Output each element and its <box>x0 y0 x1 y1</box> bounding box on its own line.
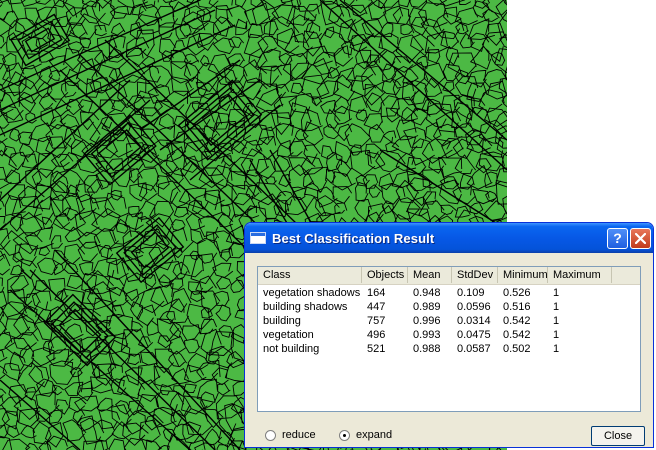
table-cell: 521 <box>367 343 386 355</box>
help-icon: ? <box>613 230 622 246</box>
close-icon <box>635 233 646 244</box>
column-header[interactable]: Objects <box>362 267 408 283</box>
table-cell: 0.542 <box>503 315 531 327</box>
table-cell: 1 <box>553 343 560 355</box>
table-cell: 0.516 <box>503 301 531 313</box>
table-cell: 0.0596 <box>457 301 491 313</box>
results-table[interactable]: Class Objects Mean StdDev Minimum Maximum veg… <box>257 266 641 412</box>
expand-radio[interactable] <box>339 430 350 441</box>
table-cell: 0.526 <box>503 287 531 299</box>
window-icon <box>250 232 266 244</box>
table-cell: 1 <box>553 315 560 327</box>
reduce-radio-label: reduce <box>282 429 316 441</box>
table-cell: 0.0587 <box>457 343 491 355</box>
table-cell: 0.0475 <box>457 329 491 341</box>
table-cell: 0.988 <box>413 343 441 355</box>
table-cell: 164 <box>367 287 386 299</box>
table-cell: 1 <box>553 329 560 341</box>
table-cell: not building <box>263 343 320 355</box>
column-header[interactable]: Minimum <box>498 267 548 283</box>
table-cell: 496 <box>367 329 386 341</box>
table-cell: 0.948 <box>413 287 441 299</box>
table-cell: 1 <box>553 301 560 313</box>
table-cell: vegetation <box>263 329 314 341</box>
table-cell: 0.0314 <box>457 315 491 327</box>
dialog-titlebar[interactable]: Best Classification Result ? <box>245 223 653 253</box>
close-window-button[interactable] <box>630 228 651 249</box>
column-header[interactable]: Mean <box>408 267 452 283</box>
table-row[interactable]: not building 521 0.988 0.0587 0.502 1 <box>258 343 640 356</box>
table-cell: vegetation shadows <box>263 287 361 299</box>
column-header[interactable]: StdDev <box>452 267 498 283</box>
table-cell: building <box>263 315 301 327</box>
table-cell: 1 <box>553 287 560 299</box>
table-cell: 757 <box>367 315 386 327</box>
table-row[interactable]: vegetation 496 0.993 0.0475 0.542 1 <box>258 329 640 342</box>
close-button[interactable]: Close <box>591 426 645 446</box>
table-cell: 0.109 <box>457 287 485 299</box>
expand-radio-label: expand <box>356 429 393 441</box>
reduce-radio[interactable] <box>265 430 276 441</box>
best-classification-dialog: Best Classification Result ? Class Object… <box>244 222 654 448</box>
table-cell: 447 <box>367 301 386 313</box>
table-cell: 0.542 <box>503 329 531 341</box>
table-row[interactable]: building 757 0.996 0.0314 0.542 1 <box>258 315 640 328</box>
table-cell: 0.502 <box>503 343 531 355</box>
table-row[interactable]: vegetation shadows 164 0.948 0.109 0.526 1 <box>258 287 640 300</box>
help-button[interactable]: ? <box>607 228 628 249</box>
dialog-title: Best Classification Result <box>272 231 435 246</box>
table-row[interactable]: building shadows 447 0.989 0.0596 0.516 1 <box>258 301 640 314</box>
table-cell: 0.996 <box>413 315 441 327</box>
table-cell: 0.993 <box>413 329 441 341</box>
column-header[interactable]: Class <box>258 267 362 283</box>
table-header: Class Objects Mean StdDev Minimum Maximum <box>258 267 640 285</box>
screen: Best Classification Result ? Class Object… <box>0 0 656 450</box>
table-cell: 0.989 <box>413 301 441 313</box>
table-cell: building shadows <box>263 301 348 313</box>
column-header[interactable]: Maximum <box>548 267 612 283</box>
